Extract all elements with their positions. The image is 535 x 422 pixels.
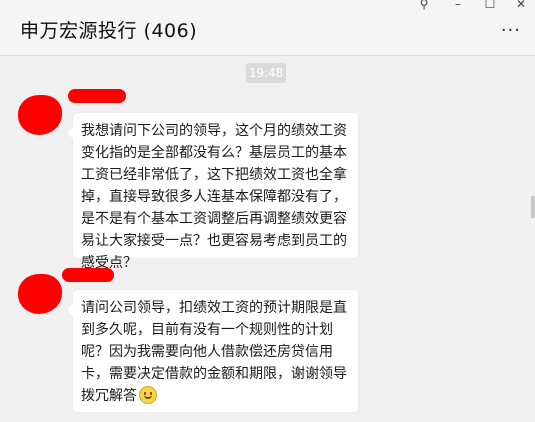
sender-avatar-redacted[interactable] bbox=[18, 95, 62, 135]
message-timestamp: 19:48 bbox=[246, 63, 286, 83]
message-bubble[interactable]: 我想请问下公司的领导，这个月的绩效工资变化指的是全部都没有么？基层员工的基本工资… bbox=[67, 113, 358, 271]
pin-icon[interactable]: ⚲ bbox=[416, 0, 432, 11]
message-text: 请问公司领导，扣绩效工资的预计期限是直到多久呢，目前有没有一个规则性的计划呢？因… bbox=[81, 300, 347, 404]
message-bubble[interactable]: 请问公司领导，扣绩效工资的预计期限是直到多久呢，目前有没有一个规则性的计划呢？因… bbox=[67, 290, 358, 412]
sender-name-redacted bbox=[62, 268, 114, 282]
message-text: 我想请问下公司的领导，这个月的绩效工资变化指的是全部都没有么？基层员工的基本工资… bbox=[81, 123, 347, 271]
maximize-button[interactable]: ☐ bbox=[482, 0, 498, 11]
sender-name-redacted bbox=[68, 89, 126, 103]
chat-title: 申万宏源投行 (406) bbox=[20, 20, 198, 42]
minimize-button[interactable]: – bbox=[450, 0, 466, 11]
sender-avatar-redacted[interactable] bbox=[18, 274, 62, 314]
scrollbar-handle[interactable] bbox=[531, 196, 535, 218]
chat-header: ⚲ – ☐ ✕ 申万宏源投行 (406) ··· bbox=[0, 0, 535, 56]
smile-emoji-icon bbox=[139, 386, 157, 404]
more-options-button[interactable]: ··· bbox=[501, 20, 521, 41]
close-button[interactable]: ✕ bbox=[513, 0, 529, 11]
